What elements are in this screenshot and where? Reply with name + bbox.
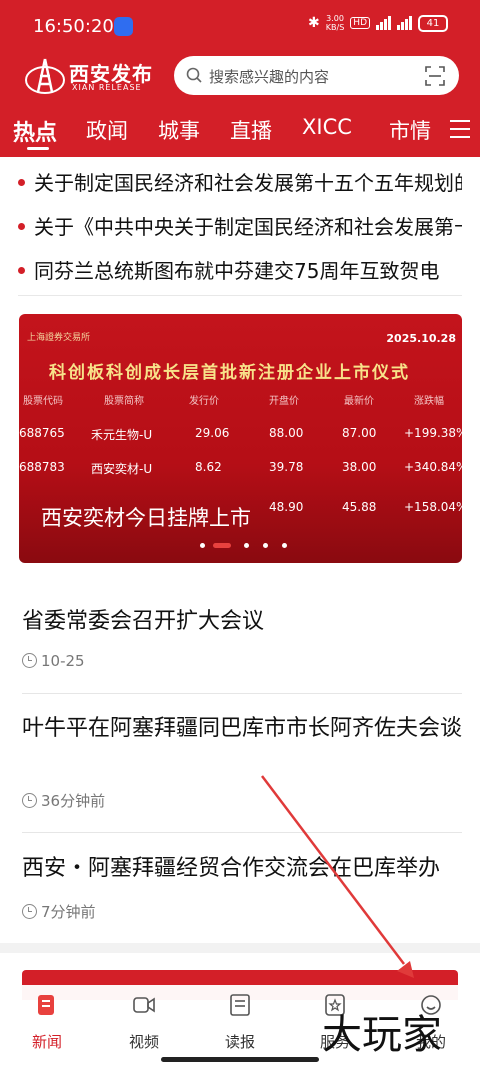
watermark-text: 大玩家	[322, 1012, 442, 1058]
annotation-arrow	[261, 775, 414, 978]
